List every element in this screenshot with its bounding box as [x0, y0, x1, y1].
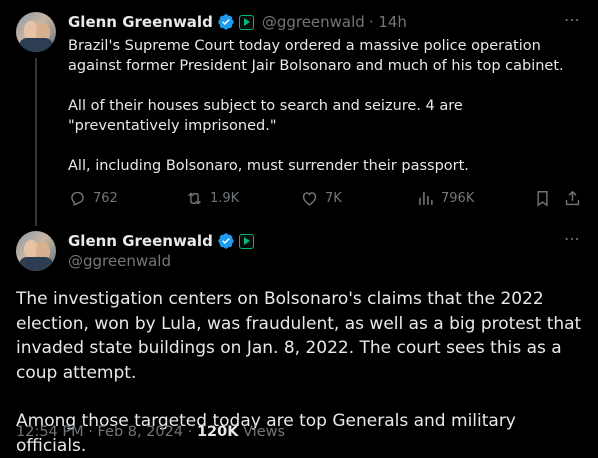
like-count: 7K [325, 191, 342, 206]
author-handle[interactable]: @ggreenwald [262, 13, 365, 31]
heart-icon [302, 192, 317, 206]
avatar[interactable] [16, 12, 56, 52]
tweet-paragraph: The investigation centers on Bolsonaro's… [16, 289, 582, 383]
media-badge-icon [238, 233, 254, 249]
more-options-icon[interactable]: ⋯ [564, 229, 581, 248]
repost-count: 1.9K [210, 191, 240, 206]
view-count: 120K [196, 424, 239, 440]
tweet-text: Brazil's Supreme Court today ordered a m… [68, 36, 573, 176]
views-button[interactable]: 796K [416, 189, 474, 208]
reply-count: 762 [93, 191, 118, 206]
tweet-paragraph: All of their houses subject to search an… [68, 98, 463, 134]
reply-button[interactable]: 762 [68, 189, 118, 208]
analytics-icon [419, 192, 433, 205]
tweet-time[interactable]: · 14h [369, 13, 407, 31]
tweet-header: Glenn Greenwald [68, 231, 254, 251]
tweet-timestamp[interactable]: 12:54 PM · Feb 8, 2024 · [16, 424, 197, 440]
share-button[interactable] [563, 189, 582, 208]
tweet-paragraph: Brazil's Supreme Court today ordered a m… [68, 38, 564, 74]
repost-icon [188, 192, 201, 205]
repost-button[interactable]: 1.9K [185, 189, 239, 208]
author-name[interactable]: Glenn Greenwald [68, 232, 213, 250]
author-handle[interactable]: @ggreenwald [68, 252, 171, 270]
views-count: 796K [441, 191, 475, 206]
tweet-meta: 12:54 PM · Feb 8, 2024 · 120K Views [16, 424, 285, 440]
avatar[interactable] [16, 231, 56, 271]
more-options-icon[interactable]: ⋯ [564, 10, 581, 29]
reply-icon [71, 191, 84, 206]
verified-badge-icon [218, 233, 234, 249]
bookmark-icon [537, 191, 548, 207]
author-name[interactable]: Glenn Greenwald [68, 13, 213, 31]
like-button[interactable]: 7K [300, 189, 342, 208]
thread-line [35, 58, 37, 226]
tweet-header: Glenn Greenwald @ggreenwald · 14h [68, 12, 407, 32]
verified-badge-icon [218, 14, 234, 30]
bookmark-button[interactable] [533, 189, 552, 208]
media-badge-icon [238, 14, 254, 30]
tweet-paragraph: All, including Bolsonaro, must surrender… [68, 158, 469, 174]
views-label: Views [238, 424, 286, 440]
share-icon [565, 190, 580, 206]
